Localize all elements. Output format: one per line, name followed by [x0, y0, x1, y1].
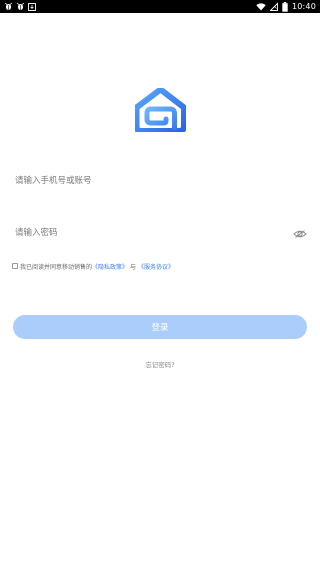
download-box-icon	[28, 2, 36, 11]
phone-account-field	[13, 168, 307, 194]
house-logo-icon	[133, 86, 187, 134]
app-logo	[133, 86, 187, 134]
login-button[interactable]: 登录	[13, 315, 307, 339]
privacy-policy-link[interactable]: 《隐私政策》	[92, 262, 128, 271]
service-agreement-link[interactable]: 《服务协议》	[138, 262, 174, 271]
agreement-checkbox[interactable]	[12, 263, 18, 269]
agreement-row: 我已阅读并同意移动销售的 《隐私政策》 与 《服务协议》	[12, 260, 174, 272]
status-time: 10:40	[291, 2, 316, 11]
battery-icon	[282, 1, 288, 12]
agreement-prefix: 我已阅读并同意移动销售的	[20, 263, 93, 271]
wifi-icon	[256, 2, 266, 11]
no-sim-icon	[269, 2, 278, 11]
status-bar-left	[4, 0, 36, 13]
password-field	[13, 220, 307, 246]
phone-account-input[interactable]	[13, 168, 307, 194]
bug-icon	[4, 2, 13, 11]
eye-icon[interactable]	[293, 226, 307, 240]
forgot-password-link[interactable]: 忘记密码?	[0, 359, 320, 369]
status-bar: 10:40	[0, 0, 320, 13]
agreement-connector: 与	[130, 263, 137, 271]
bug-icon	[16, 2, 25, 11]
password-input[interactable]	[13, 220, 307, 246]
status-bar-right: 10:40	[256, 0, 316, 13]
